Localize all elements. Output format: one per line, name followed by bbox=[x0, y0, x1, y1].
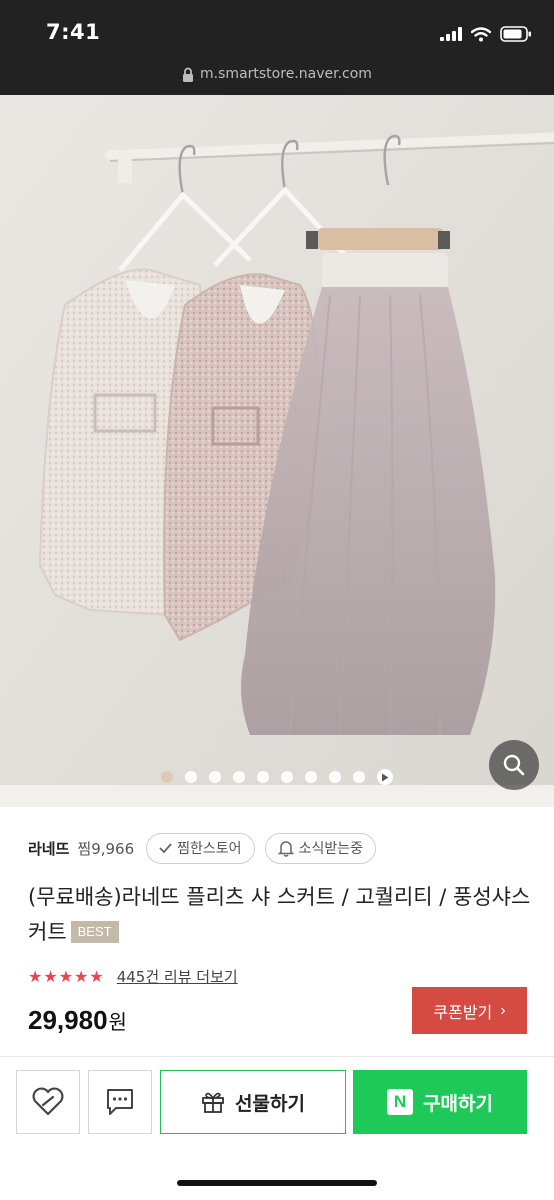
divider bbox=[0, 1056, 554, 1057]
gift-button[interactable]: 선물하기 bbox=[160, 1070, 346, 1134]
naver-pay-icon: N bbox=[387, 1089, 414, 1115]
best-badge: BEST bbox=[70, 921, 119, 943]
status-time: 7:41 bbox=[46, 20, 101, 44]
rating-row: ★★★★★ 445건 리뷰 더보기 bbox=[28, 965, 238, 987]
browser-top-bar: 7:41 m.smartstore.naver.com bbox=[0, 0, 554, 95]
notify-label: 소식받는중 bbox=[298, 841, 363, 857]
check-icon bbox=[159, 843, 172, 853]
carousel-dot[interactable] bbox=[233, 771, 245, 783]
battery-icon bbox=[500, 26, 531, 42]
price-unit: 원 bbox=[108, 1010, 127, 1034]
review-link[interactable]: 445건 리뷰 더보기 bbox=[117, 966, 238, 987]
zoom-button[interactable] bbox=[489, 740, 539, 790]
store-zzim-count: 찜9,966 bbox=[77, 839, 135, 858]
address-bar[interactable]: m.smartstore.naver.com bbox=[0, 62, 554, 86]
carousel-dot[interactable] bbox=[353, 771, 365, 783]
product-title-block: (무료배송)라네뜨 플리츠 샤 스커트 / 고퀄리티 / 풍성샤스커트 BEST bbox=[28, 880, 533, 950]
price: 29,980 bbox=[28, 1005, 108, 1035]
home-indicator bbox=[177, 1180, 377, 1186]
wishlist-button[interactable] bbox=[16, 1070, 80, 1134]
carousel-dot[interactable] bbox=[161, 771, 173, 783]
heart-icon bbox=[32, 1087, 64, 1116]
bell-icon bbox=[277, 840, 294, 857]
buy-label: 구매하기 bbox=[423, 1092, 493, 1115]
coupon-button[interactable]: 쿠폰받기 › bbox=[412, 987, 527, 1034]
chat-icon bbox=[107, 1089, 133, 1115]
zzim-store-button[interactable]: 찜한스토어 bbox=[146, 832, 255, 864]
carousel-dot[interactable] bbox=[185, 771, 197, 783]
lock-icon bbox=[183, 67, 194, 82]
buy-button[interactable]: N 구매하기 bbox=[353, 1070, 527, 1134]
gift-label: 선물하기 bbox=[235, 1092, 305, 1115]
store-name[interactable]: 라네뜨 bbox=[28, 838, 69, 859]
status-icons bbox=[440, 24, 532, 44]
carousel-dot[interactable] bbox=[209, 771, 221, 783]
carousel-dot[interactable] bbox=[305, 771, 317, 783]
store-row: 라네뜨 찜9,966 찜한스토어 소식받는중 bbox=[28, 832, 376, 864]
chat-button[interactable] bbox=[88, 1070, 152, 1134]
zzim-store-label: 찜한스토어 bbox=[177, 841, 242, 857]
wifi-icon bbox=[471, 26, 491, 41]
url-text: m.smartstore.naver.com bbox=[200, 66, 372, 82]
product-photo bbox=[0, 95, 554, 807]
carousel-dot[interactable] bbox=[281, 771, 293, 783]
product-image[interactable] bbox=[0, 95, 554, 807]
carousel-dots bbox=[0, 769, 554, 785]
search-icon bbox=[503, 754, 525, 776]
price-row: 29,980 원 bbox=[28, 1005, 127, 1045]
star-rating: ★★★★★ bbox=[28, 966, 105, 986]
gift-icon bbox=[202, 1092, 224, 1113]
play-icon[interactable] bbox=[377, 769, 393, 785]
carousel-dot[interactable] bbox=[329, 771, 341, 783]
signal-icon bbox=[440, 27, 462, 41]
carousel-dot[interactable] bbox=[257, 771, 269, 783]
notify-button[interactable]: 소식받는중 bbox=[264, 832, 376, 864]
chevron-right-icon: › bbox=[500, 1001, 506, 1019]
coupon-label: 쿠폰받기 bbox=[433, 1004, 493, 1022]
